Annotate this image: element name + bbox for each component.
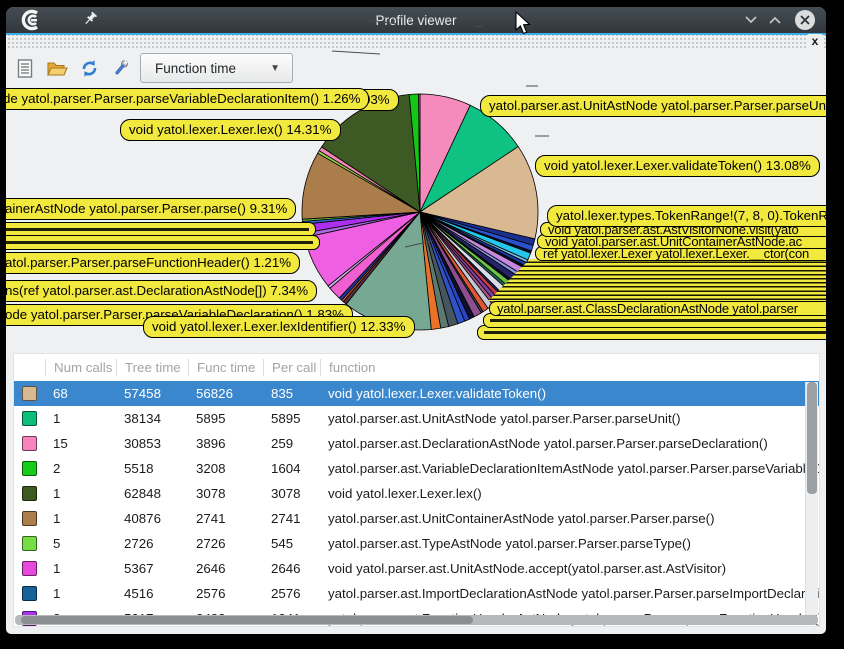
vertical-scrollbar[interactable] <box>805 382 818 615</box>
column-header-Tree time[interactable]: Tree time <box>116 359 188 376</box>
color-swatch <box>22 511 37 526</box>
pie-callout-label: atol.parser.Parser.parseFunctionHeader()… <box>6 252 300 274</box>
pie-callout-label: yatol.parser.ast.UnitAstNode yatol.parse… <box>480 95 826 117</box>
cell-tree_time: 4516 <box>116 585 188 602</box>
table-row[interactable]: 16284830783078void yatol.lexer.Lexer.lex… <box>14 481 819 506</box>
column-header-color[interactable] <box>14 359 45 376</box>
column-header-Func time[interactable]: Func time <box>188 359 263 376</box>
column-header-Per call[interactable]: Per call <box>263 359 320 376</box>
cell-per_call: 2646 <box>263 560 320 577</box>
cell-func_time: 3896 <box>188 435 263 452</box>
cell-per_call: 835 <box>263 385 320 402</box>
cell-num_calls: 1 <box>45 585 116 602</box>
profile-viewer-window: Profile viewer x <box>6 7 826 634</box>
pie-chart-area: 03%de yatol.parser.Parser.parseVariableD… <box>6 87 826 353</box>
cell-num_calls: 1 <box>45 560 116 577</box>
cell-per_call: 5895 <box>263 410 320 427</box>
pie-callout-label: ns(ref yatol.parser.ast.DeclarationAstNo… <box>6 280 317 302</box>
cell-function: void yatol.lexer.Lexer.lex() <box>320 485 819 502</box>
cell-per_call: 2576 <box>263 585 320 602</box>
cell-per_call: 545 <box>263 535 320 552</box>
table-body: 685745856826835void yatol.lexer.Lexer.va… <box>14 381 819 627</box>
color-swatch <box>22 486 37 501</box>
pie-callout-label <box>6 235 320 250</box>
pie-callout-label: void yatol.lexer.Lexer.validateToken() 1… <box>535 155 820 177</box>
cell-function: yatol.parser.ast.DeclarationAstNode yato… <box>320 435 819 452</box>
screen: { "window": { "title": "Profile viewer" … <box>0 0 844 649</box>
pie-callout-label <box>488 259 826 301</box>
cell-num_calls: 1 <box>45 410 116 427</box>
cell-func_time: 56826 <box>188 385 263 402</box>
color-swatch <box>22 586 37 601</box>
cell-function: void yatol.parser.ast.UnitAstNode.accept… <box>320 560 819 577</box>
pie-callout-label: de yatol.parser.Parser.parseVariableDecl… <box>6 88 369 110</box>
color-swatch <box>22 561 37 576</box>
cell-function: yatol.parser.ast.TypeAstNode yatol.parse… <box>320 535 819 552</box>
cell-per_call: 1604 <box>263 460 320 477</box>
pie-callout-label: yatol.parser.ast.ClassDeclarationAstNode… <box>489 301 826 316</box>
table-row[interactable]: 527262726545yatol.parser.ast.TypeAstNode… <box>14 531 819 556</box>
cell-num_calls: 1 <box>45 510 116 527</box>
pie-callout-label: ainerAstNode yatol.parser.Parser.parse()… <box>6 198 296 220</box>
cell-function: yatol.parser.ast.VariableDeclarationItem… <box>320 460 819 477</box>
cell-function: yatol.parser.ast.UnitContainerAstNode ya… <box>320 510 819 527</box>
cell-tree_time: 62848 <box>116 485 188 502</box>
cell-num_calls: 1 <box>45 485 116 502</box>
cell-tree_time: 5367 <box>116 560 188 577</box>
pie-callout-label: void yatol.lexer.Lexer.lex() 14.31% <box>120 119 341 141</box>
table-row[interactable]: 685745856826835void yatol.lexer.Lexer.va… <box>14 381 819 406</box>
cell-tree_time: 2726 <box>116 535 188 552</box>
cell-func_time: 3078 <box>188 485 263 502</box>
table-row[interactable]: 15308533896259yatol.parser.ast.Declarati… <box>14 431 819 456</box>
cell-num_calls: 68 <box>45 385 116 402</box>
pie-callout-label: void yatol.lexer.Lexer.lexIdentifier() 1… <box>143 316 415 338</box>
cell-func_time: 3208 <box>188 460 263 477</box>
cell-function: yatol.parser.ast.UnitAstNode yatol.parse… <box>320 410 819 427</box>
cell-tree_time: 38134 <box>116 410 188 427</box>
horizontal-scrollbar[interactable] <box>15 615 818 625</box>
column-header-Num calls[interactable]: Num calls <box>45 359 116 376</box>
cell-func_time: 2741 <box>188 510 263 527</box>
cell-func_time: 5895 <box>188 410 263 427</box>
table-row[interactable]: 2551832081604yatol.parser.ast.VariableDe… <box>14 456 819 481</box>
cell-num_calls: 5 <box>45 535 116 552</box>
cell-func_time: 2726 <box>188 535 263 552</box>
cell-func_time: 2576 <box>188 585 263 602</box>
color-swatch <box>22 386 37 401</box>
table-header-row: Num callsTree timeFunc timePer callfunct… <box>14 354 819 381</box>
vertical-scrollbar-thumb[interactable] <box>807 382 817 494</box>
color-swatch <box>22 411 37 426</box>
cell-function: yatol.parser.ast.ImportDeclarationAstNod… <box>320 585 819 602</box>
cell-num_calls: 2 <box>45 460 116 477</box>
table-row[interactable]: 1536726462646void yatol.parser.ast.UnitA… <box>14 556 819 581</box>
table-row[interactable]: 14087627412741yatol.parser.ast.UnitConta… <box>14 506 819 531</box>
cell-per_call: 3078 <box>263 485 320 502</box>
cell-tree_time: 5518 <box>116 460 188 477</box>
cell-per_call: 259 <box>263 435 320 452</box>
cell-per_call: 2741 <box>263 510 320 527</box>
color-swatch <box>22 536 37 551</box>
cell-num_calls: 15 <box>45 435 116 452</box>
cell-func_time: 2646 <box>188 560 263 577</box>
cell-function: void yatol.lexer.Lexer.validateToken() <box>320 385 819 402</box>
cell-tree_time: 57458 <box>116 385 188 402</box>
pie-callout-label: yatol.lexer.types.TokenRange!(7, 8, 0).T… <box>547 205 826 227</box>
color-swatch <box>22 436 37 451</box>
table-row[interactable]: 1451625762576yatol.parser.ast.ImportDecl… <box>14 581 819 606</box>
table-row[interactable]: 13813458955895yatol.parser.ast.UnitAstNo… <box>14 406 819 431</box>
results-table: Num callsTree timeFunc timePer callfunct… <box>13 353 820 627</box>
mouse-cursor <box>514 11 532 37</box>
horizontal-scrollbar-thumb[interactable] <box>21 616 473 624</box>
color-swatch <box>22 461 37 476</box>
column-header-function[interactable]: function <box>320 359 819 376</box>
cell-tree_time: 30853 <box>116 435 188 452</box>
cell-tree_time: 40876 <box>116 510 188 527</box>
